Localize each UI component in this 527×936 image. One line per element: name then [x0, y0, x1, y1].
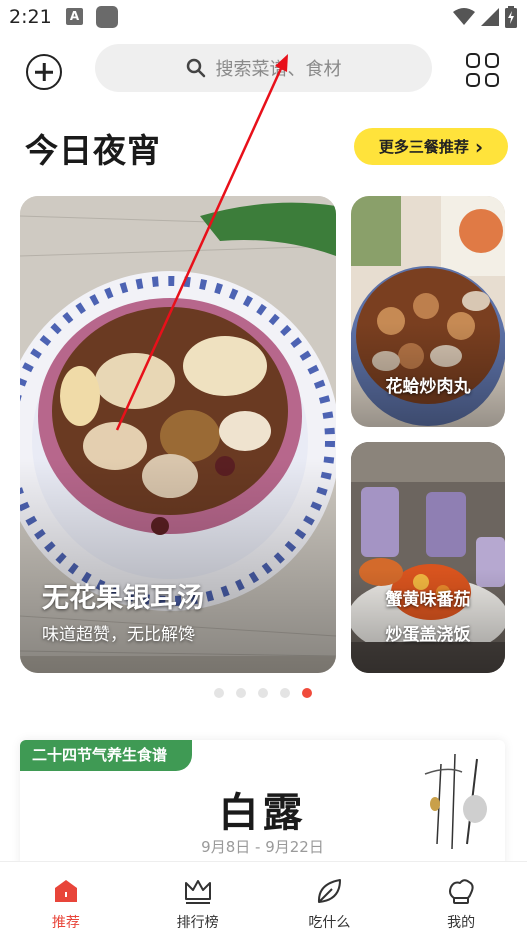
card-title: 无花果银耳汤	[42, 583, 204, 614]
recipe-card-tomato-egg[interactable]: 蟹黄味番茄 炒蛋盖浇饭	[351, 442, 505, 673]
card-subtitle: 味道超赞，无比解馋	[42, 625, 195, 645]
nav-tab-what-to-eat[interactable]: 吃什么	[264, 862, 396, 936]
recipe-card-clam[interactable]: 花蛤炒肉丸	[351, 196, 505, 427]
nav-label: 排行榜	[176, 915, 219, 931]
battery-icon	[505, 6, 517, 28]
add-button[interactable]	[26, 54, 62, 90]
pager-dot-active[interactable]	[302, 688, 312, 698]
chevron-right-icon: ›	[474, 134, 484, 159]
chef-hat-icon	[446, 876, 476, 906]
nav-tab-recommend[interactable]: 推荐	[0, 862, 132, 936]
more-meals-label: 更多三餐推荐	[378, 138, 469, 156]
crown-icon	[183, 876, 213, 906]
solar-term-dates: 9月8日 - 9月22日	[201, 838, 324, 856]
nav-tab-ranking[interactable]: 排行榜	[132, 862, 264, 936]
more-meals-button[interactable]: 更多三餐推荐 ›	[354, 128, 508, 165]
nav-label: 我的	[447, 915, 476, 931]
recommend-icon	[51, 876, 81, 906]
search-icon	[186, 58, 205, 78]
pager-dot[interactable]	[214, 688, 224, 698]
card-title: 花蛤炒肉丸	[385, 377, 471, 397]
nav-label: 推荐	[51, 915, 80, 931]
wifi-icon	[453, 8, 475, 25]
card-title-line1: 蟹黄味番茄	[385, 590, 471, 610]
pager-dot[interactable]	[236, 688, 246, 698]
app-screen: 2:21 A 搜索菜谱、食材 今日夜宵 更多三餐推荐 › 无花果银耳汤 味道超赞…	[0, 0, 527, 936]
signal-icon	[481, 8, 499, 26]
notification-a-icon: A	[66, 8, 83, 25]
carousel-pager	[214, 688, 312, 698]
search-placeholder: 搜索菜谱、食材	[215, 59, 342, 80]
grid-cell-icon	[485, 72, 499, 87]
leaf-icon	[314, 876, 344, 906]
notification-app-icon	[96, 6, 118, 28]
grid-cell-icon	[485, 53, 499, 68]
bottom-nav: 推荐 排行榜 吃什么 我的	[0, 861, 527, 936]
status-time: 2:21	[9, 6, 52, 28]
section-title: 今日夜宵	[25, 131, 161, 170]
grid-cell-icon	[466, 72, 480, 87]
nav-label: 吃什么	[308, 915, 351, 931]
search-bar[interactable]: 搜索菜谱、食材	[95, 44, 432, 92]
recipe-card-featured[interactable]: 无花果银耳汤 味道超赞，无比解馋	[20, 196, 336, 673]
grid-cell-icon	[466, 53, 480, 68]
status-bar: 2:21 A	[0, 0, 527, 36]
pager-dot[interactable]	[258, 688, 268, 698]
solar-term-card[interactable]: 二十四节气养生食谱 白露 9月8日 - 9月22日	[20, 740, 505, 870]
pager-dot[interactable]	[280, 688, 290, 698]
card-title-line2: 炒蛋盖浇饭	[385, 625, 471, 645]
nav-tab-mine[interactable]: 我的	[395, 862, 527, 936]
categories-grid-button[interactable]	[466, 53, 500, 87]
solar-term-name: 白露	[218, 790, 307, 836]
solar-term-tag: 二十四节气养生食谱	[20, 740, 192, 771]
system-status-icons	[453, 5, 517, 29]
